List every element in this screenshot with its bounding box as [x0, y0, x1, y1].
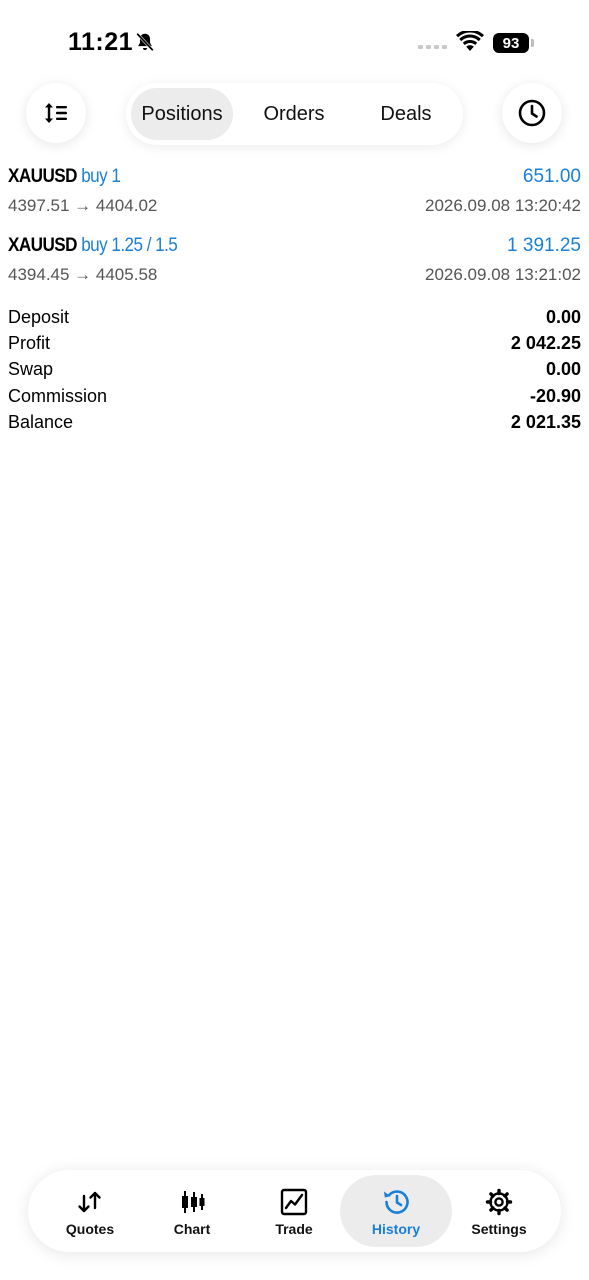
position-side: buy 1: [81, 166, 121, 187]
summary-profit: Profit 2 042.25: [8, 330, 581, 356]
battery-icon: 93: [493, 33, 535, 53]
history-icon: [384, 1190, 409, 1214]
summary-label: Swap: [8, 359, 54, 380]
tab-label: History: [371, 1221, 421, 1237]
position-profit: 1 391.25: [507, 235, 581, 256]
quotes-icon: [78, 1191, 101, 1213]
bottom-tab-bar: Quotes Chart Trade History Settings: [28, 1170, 561, 1252]
tab-chart[interactable]: Chart: [140, 1175, 244, 1247]
gear-icon: [485, 1188, 513, 1216]
summary-label: Balance: [8, 411, 74, 432]
summary-deposit: Deposit 0.00: [8, 304, 581, 330]
position-prices: 4397.51 → 4404.02: [8, 196, 158, 215]
position-prices: 4394.45 → 4405.58: [8, 265, 158, 284]
tab-history[interactable]: History: [340, 1175, 452, 1247]
position-time: 2026.09.08 13:21:02: [425, 265, 581, 284]
position-symbol: XAUUSD: [8, 235, 78, 256]
position-profit: 651.00: [522, 166, 581, 187]
clock-icon: [518, 99, 546, 127]
wifi-icon: [456, 31, 484, 51]
summary-swap: Swap 0.00: [8, 357, 581, 383]
tab-label: Quotes: [65, 1221, 115, 1237]
summary-commission: Commission -20.90: [8, 383, 581, 409]
segment-positions[interactable]: Positions: [131, 88, 233, 140]
sort-icon: [45, 103, 67, 123]
cellular-signal-icon: [418, 45, 447, 49]
summary-label: Commission: [8, 385, 108, 406]
summary-value: 0.00: [545, 306, 581, 327]
summary-label: Deposit: [8, 306, 70, 327]
candlestick-icon: [182, 1191, 205, 1213]
tab-settings[interactable]: Settings: [447, 1175, 551, 1247]
trade-icon: [280, 1188, 308, 1216]
account-summary: Deposit 0.00 Profit 2 042.25 Swap 0.00 C…: [8, 304, 581, 435]
tab-label: Settings: [471, 1221, 527, 1237]
sort-button[interactable]: [26, 83, 86, 143]
status-time: 11:21: [68, 28, 134, 56]
tab-quotes[interactable]: Quotes: [38, 1175, 142, 1247]
list-item[interactable]: XAUUSD buy 1.25 / 1.5 1 391.25 4394.45 →…: [8, 235, 581, 295]
battery-level: 93: [493, 33, 529, 53]
list-item[interactable]: XAUUSD buy 1 651.00 4397.51 → 4404.02 20…: [8, 166, 581, 226]
summary-balance: Balance 2 021.35: [8, 409, 581, 435]
status-bar: 11:21 93: [0, 0, 589, 80]
position-symbol: XAUUSD: [8, 166, 78, 187]
summary-value: 2 042.25: [510, 332, 581, 353]
segment-orders[interactable]: Orders: [241, 88, 347, 140]
segment-deals[interactable]: Deals: [354, 88, 458, 140]
tab-label: Chart: [173, 1221, 211, 1237]
tab-trade[interactable]: Trade: [242, 1175, 346, 1247]
summary-label: Profit: [8, 332, 51, 353]
summary-value: -20.90: [529, 385, 581, 406]
position-time: 2026.09.08 13:20:42: [425, 196, 581, 215]
position-side: buy 1.25 / 1.5: [81, 235, 178, 256]
period-button[interactable]: [502, 83, 562, 143]
summary-value: 2 021.35: [510, 411, 581, 432]
bell-muted-icon: [136, 32, 154, 52]
tab-label: Trade: [275, 1221, 313, 1237]
summary-value: 0.00: [545, 359, 581, 380]
view-segmented-control: Positions Orders Deals: [126, 83, 463, 145]
